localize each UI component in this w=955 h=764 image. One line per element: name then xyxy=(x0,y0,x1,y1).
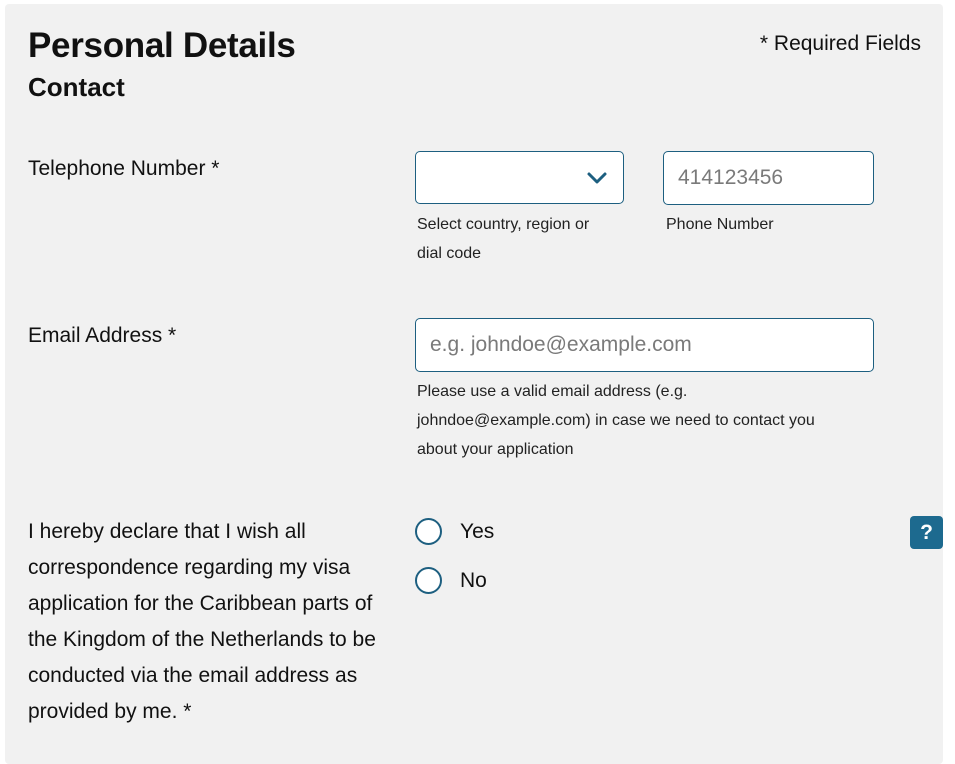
telephone-label: Telephone Number * xyxy=(28,157,220,180)
chevron-down-icon xyxy=(587,172,607,184)
personal-details-panel: Personal Details Contact * Required Fiel… xyxy=(5,4,943,764)
phone-number-help: Phone Number xyxy=(666,216,774,233)
required-fields-note: * Required Fields xyxy=(759,32,921,55)
radio-option-yes[interactable]: Yes xyxy=(415,518,494,545)
phone-number-input[interactable] xyxy=(663,151,874,205)
email-label: Email Address * xyxy=(28,324,177,347)
section-subtitle: Contact xyxy=(28,72,125,102)
email-help: Please use a valid email address (e.g. j… xyxy=(417,383,815,458)
email-input[interactable] xyxy=(415,318,874,372)
radio-button-yes[interactable] xyxy=(415,518,442,545)
radio-option-no[interactable]: No xyxy=(415,567,487,594)
radio-button-no[interactable] xyxy=(415,567,442,594)
help-question-icon[interactable]: ? xyxy=(910,516,943,549)
page-title: Personal Details xyxy=(28,26,296,65)
email-correspondence-declaration: I hereby declare that I wish all corresp… xyxy=(28,520,376,723)
country-select-help: Select country, region or dial code xyxy=(417,216,590,262)
radio-label-yes: Yes xyxy=(460,519,495,543)
radio-label-no: No xyxy=(460,568,487,592)
country-dial-code-select[interactable] xyxy=(415,151,624,204)
